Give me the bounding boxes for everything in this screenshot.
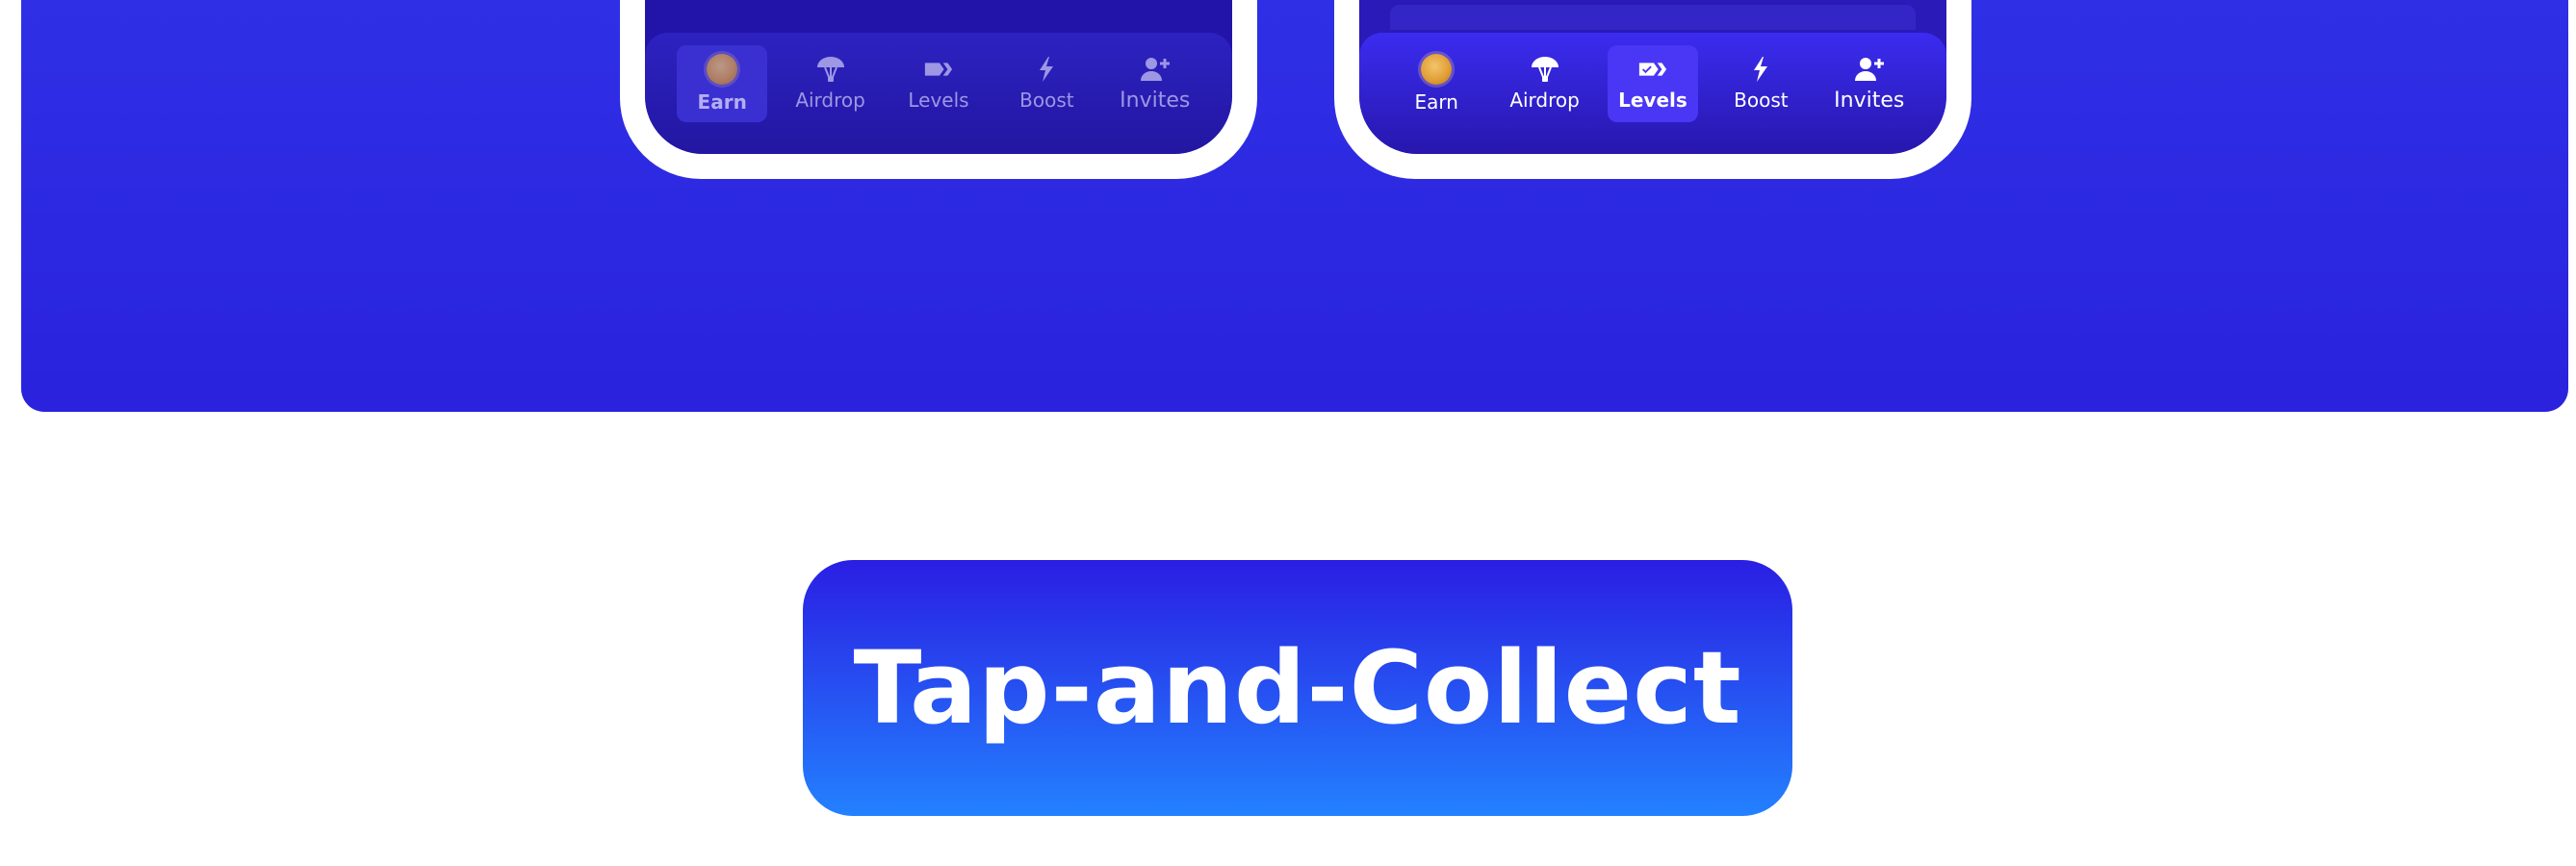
levels-icon — [1638, 63, 1667, 76]
nav-item-earn[interactable]: Earn — [677, 45, 768, 122]
nav-item-label: Boost — [1019, 89, 1074, 112]
nav-item-levels[interactable]: Levels — [1607, 45, 1698, 122]
bottom-nav-bar: Earn Airdrop Levels Boost Invites — [645, 33, 1232, 154]
nav-item-boost[interactable]: Boost — [1715, 45, 1806, 122]
bottom-nav-bar: Earn Airdrop Levels Boost Invites — [1359, 33, 1946, 154]
nav-item-invites[interactable]: Invites — [1110, 45, 1200, 122]
parachute-icon — [816, 57, 844, 82]
hero-panel: Earn Airdrop Levels Boost Invites Earn A… — [21, 0, 2568, 412]
phone-mockup-left: Earn Airdrop Levels Boost Invites — [620, 0, 1257, 179]
nav-item-label: Boost — [1734, 89, 1789, 112]
nav-item-label: Airdrop — [795, 89, 865, 112]
coin-icon — [1421, 54, 1453, 85]
phone-screen: Earn Airdrop Levels Boost Invites — [645, 0, 1232, 154]
nav-item-label: Levels — [908, 89, 969, 112]
banner-title: Tap-and-Collect — [853, 629, 1742, 747]
nav-item-label: Invites — [1834, 88, 1905, 113]
nav-item-label: Invites — [1120, 88, 1191, 113]
nav-item-invites[interactable]: Invites — [1824, 45, 1915, 122]
add-user-icon — [1854, 57, 1884, 81]
nav-item-label: Levels — [1618, 89, 1687, 112]
lightning-icon — [1040, 57, 1054, 82]
nav-item-label: Earn — [697, 90, 747, 114]
nav-item-levels[interactable]: Levels — [893, 45, 984, 122]
nav-item-airdrop[interactable]: Airdrop — [1500, 45, 1590, 122]
tap-and-collect-banner: Tap-and-Collect — [803, 560, 1792, 816]
lightning-icon — [1754, 57, 1768, 82]
nav-item-label: Airdrop — [1509, 89, 1580, 112]
nav-item-boost[interactable]: Boost — [1001, 45, 1092, 122]
coin-icon — [707, 54, 738, 85]
nav-item-airdrop[interactable]: Airdrop — [786, 45, 876, 122]
nav-item-earn[interactable]: Earn — [1391, 45, 1481, 122]
phone-mockup-right: Earn Airdrop Levels Boost Invites — [1334, 0, 1971, 179]
nav-item-label: Earn — [1414, 90, 1458, 114]
add-user-icon — [1140, 57, 1170, 81]
content-card-edge — [1390, 5, 1916, 30]
levels-icon — [924, 63, 953, 76]
phone-screen: Earn Airdrop Levels Boost Invites — [1359, 0, 1946, 154]
parachute-icon — [1531, 57, 1558, 82]
